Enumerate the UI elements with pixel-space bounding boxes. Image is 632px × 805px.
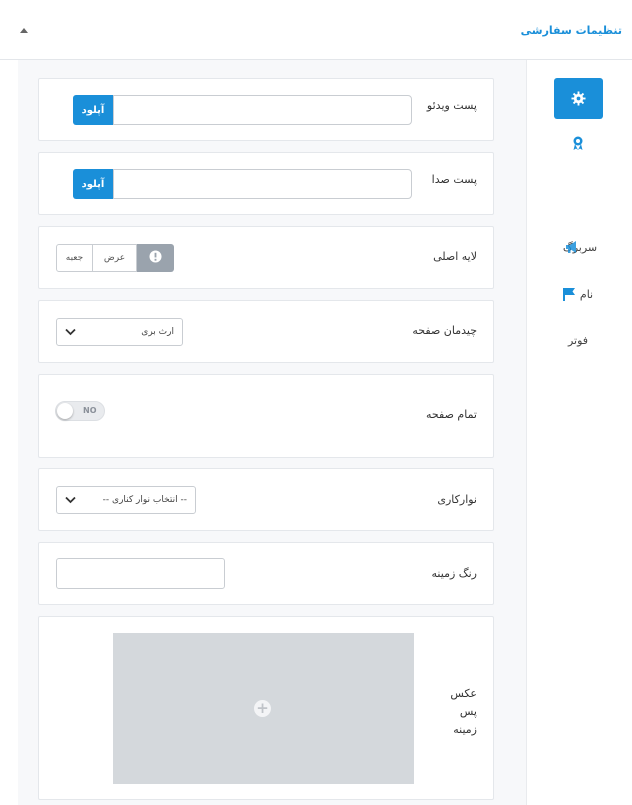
bg-color-field: رنگ زمینه bbox=[38, 542, 494, 605]
field-label: رنگ زمینه bbox=[431, 567, 477, 580]
settings-header: تنظیمات سفارشی bbox=[0, 0, 632, 60]
field-label: چیدمان صفحه bbox=[412, 324, 477, 337]
sidebar-select[interactable]: -- انتخاب نوار کناری -- bbox=[56, 486, 196, 514]
sidebar-item-label: فوتر bbox=[567, 333, 589, 347]
main-layer-field: لایه اصلی جعبه عرض bbox=[38, 226, 494, 289]
field-label: تمام صفحه bbox=[426, 408, 477, 421]
sidebar-select-field: نوارکاری -- انتخاب نوار کناری -- bbox=[38, 468, 494, 531]
sidebar-item-footer[interactable]: فوتر bbox=[554, 320, 602, 360]
award-icon bbox=[572, 135, 584, 151]
collapse-caret-icon[interactable] bbox=[20, 28, 28, 33]
page-layout-field: چیدمان صفحه ارث بری bbox=[38, 300, 494, 363]
add-image-icon[interactable]: + bbox=[254, 700, 271, 717]
layout-segmented-control: جعبه عرض bbox=[56, 244, 174, 272]
option-default[interactable] bbox=[137, 244, 174, 272]
upload-button[interactable]: آپلود bbox=[73, 95, 113, 125]
audio-url-input[interactable] bbox=[113, 169, 412, 199]
field-label: پست صدا bbox=[431, 173, 477, 186]
audio-upload-group: آپلود bbox=[73, 169, 412, 199]
flag-icon bbox=[562, 287, 576, 301]
sidebar-item-general[interactable] bbox=[554, 78, 603, 119]
toggle-state: NO bbox=[83, 406, 97, 415]
upload-button[interactable]: آپلود bbox=[73, 169, 113, 199]
header-title[interactable]: تنظیمات سفارشی bbox=[521, 24, 622, 37]
bg-color-input[interactable] bbox=[56, 558, 225, 589]
field-label: نوارکاری bbox=[437, 493, 477, 506]
toggle-knob bbox=[57, 403, 73, 419]
gear-icon bbox=[571, 91, 586, 106]
select-value: ارث بری bbox=[141, 327, 174, 337]
full-page-field: تمام صفحه NO bbox=[38, 374, 494, 458]
field-label: لایه اصلی bbox=[433, 250, 477, 263]
bg-image-field: عکس پس زمینه + bbox=[38, 616, 494, 800]
bg-image-dropzone[interactable]: + bbox=[113, 633, 414, 784]
select-value: -- انتخاب نوار کناری -- bbox=[102, 495, 187, 505]
video-post-field: پست ویدئو آپلود bbox=[38, 78, 494, 141]
chevron-down-icon bbox=[65, 328, 76, 339]
chevron-down-icon bbox=[65, 496, 76, 507]
field-label: عکس پس زمینه bbox=[450, 687, 477, 736]
video-url-input[interactable] bbox=[113, 95, 412, 125]
field-label: پست ویدئو bbox=[426, 99, 477, 112]
full-page-toggle[interactable]: NO bbox=[55, 401, 105, 421]
audio-post-field: پست صدا آپلود bbox=[38, 152, 494, 215]
video-upload-group: آپلود bbox=[73, 95, 412, 125]
sidebar-item-award[interactable] bbox=[554, 123, 602, 163]
sidebar-item-name[interactable]: نام bbox=[554, 274, 602, 314]
page-layout-select[interactable]: ارث بری bbox=[56, 318, 183, 346]
info-icon bbox=[148, 250, 162, 266]
sidebar-item-label: نام bbox=[579, 287, 594, 301]
option-wide[interactable]: عرض bbox=[93, 244, 137, 272]
megaphone-icon bbox=[565, 240, 579, 254]
settings-sidebar: سربرگ نام فوتر bbox=[526, 60, 632, 805]
sidebar-item-header[interactable]: سربرگ bbox=[550, 227, 610, 267]
option-box[interactable]: جعبه bbox=[56, 244, 93, 272]
